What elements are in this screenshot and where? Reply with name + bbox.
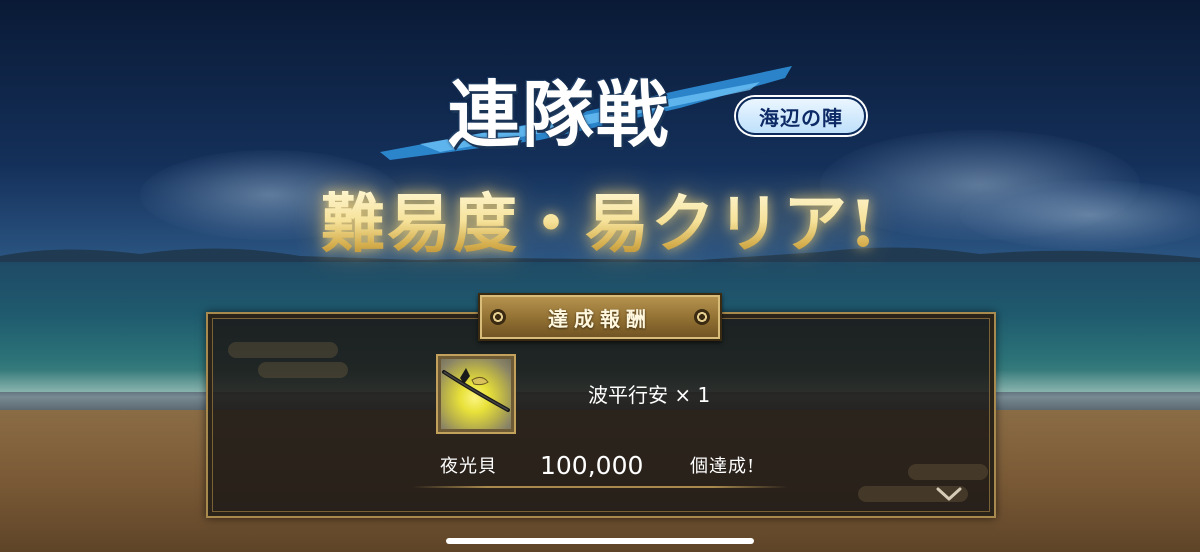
stage-badge: 海辺の陣 xyxy=(736,97,866,135)
crest-icon xyxy=(490,309,506,325)
reward-header-label: 達成報酬 xyxy=(548,306,652,331)
clear-headline: 難易度・易クリア! xyxy=(265,185,935,265)
panel-cloud-decoration xyxy=(228,342,338,358)
divider xyxy=(412,486,788,488)
achievement-value: 100,000 xyxy=(540,451,644,480)
katana-icon-graphic xyxy=(442,368,510,412)
panel-cloud-decoration xyxy=(908,464,988,480)
achievement-suffix: 個達成! xyxy=(690,456,756,477)
crest-icon xyxy=(694,309,710,325)
event-title: 連隊戦 xyxy=(448,72,671,157)
achievement-label: 夜光貝 xyxy=(440,456,497,477)
panel-cloud-decoration xyxy=(258,362,348,378)
katana-icon[interactable] xyxy=(436,354,516,434)
reward-item-name: 波平行安 × 1 xyxy=(588,383,711,407)
home-indicator[interactable] xyxy=(446,538,754,544)
chevron-down-icon[interactable] xyxy=(936,486,962,502)
reward-header-tab: 達成報酬 xyxy=(478,293,722,341)
